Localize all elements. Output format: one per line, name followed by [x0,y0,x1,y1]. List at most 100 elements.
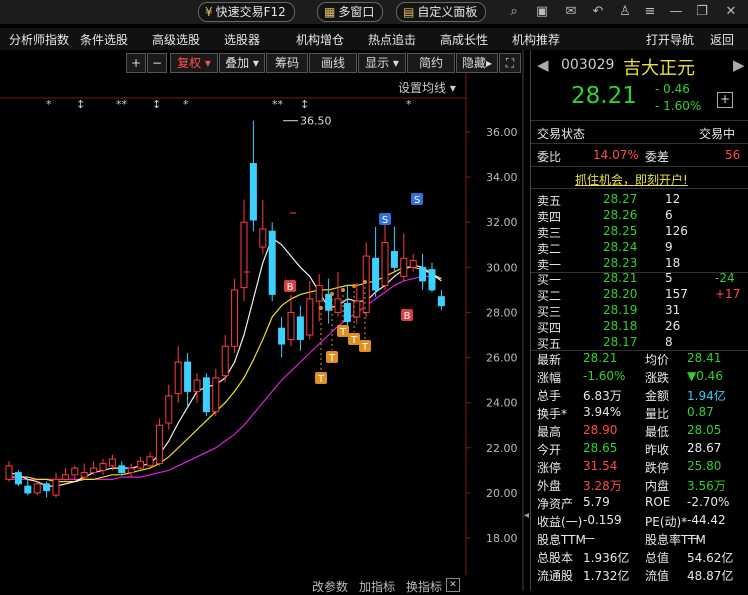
signal-symbol: * [183,98,189,111]
candle-body [325,293,333,311]
bid-level-label: 买一 [537,273,562,287]
close-icon[interactable]: ✕ [722,3,740,21]
candle-body [409,260,417,268]
y-tick-label: 30.00 [486,261,518,274]
candle-body [14,472,22,485]
bid-price: 28.20 [603,287,638,301]
overlay-dropdown[interactable]: 叠加 ▾ [219,53,265,73]
draw-line-button[interactable]: 画线 [309,53,357,73]
stat-label: 涨跌 [645,371,670,385]
quote-panel: ◀ 003029 吉大正元 ▶ 28.21 - 0.46 - 1.60% + 交… [530,50,748,591]
stat-value: 28.05 [687,423,722,437]
fullscreen-icon[interactable]: ⛶ [499,53,521,73]
fast-trade-button[interactable]: ¥ 快速交易F12 [198,2,295,22]
stat-value: 28.21 [583,351,618,365]
candle-body [278,327,286,345]
hide-label: 隐藏 [461,56,486,70]
stat-value: 1.936亿 [583,551,630,565]
search-icon[interactable]: ⌕ [505,3,523,21]
ask-price: 28.26 [603,208,638,222]
simple-button[interactable]: 简约 [407,53,455,73]
menu-stock-picker[interactable]: 选股器 [224,31,260,48]
y-tick-label: 20.00 [486,487,518,500]
ma-settings-button[interactable]: 设置均线 ▾ [398,79,456,96]
prev-stock-icon[interactable]: ◀ [537,56,549,74]
candle-body [221,345,229,377]
calendar-icon[interactable]: ▣ [533,3,551,21]
zoom-out-button[interactable]: − [147,53,167,73]
candle-body [372,257,380,291]
ask-price: 28.25 [603,224,638,238]
buy-badge-label: B [404,311,411,322]
zoom-in-button[interactable]: + [126,53,146,73]
price-change-pct: - 1.60% [655,99,702,113]
add-watchlist-icon[interactable]: + [717,92,733,108]
kline-chart[interactable]: 36.00 34.00 32.00 30.00 28.00 26.00 24.00 22.00… [0,50,530,591]
signal-symbol: * [406,98,412,111]
restore-icon[interactable]: ❐ [693,3,711,21]
y-tick-label: 22.00 [486,442,518,455]
stat-label: 流通股 [537,569,574,583]
multi-window-button[interactable]: ▦ 多窗口 [317,2,384,22]
custom-panel-button[interactable]: ▤ 自定义面板 [396,2,487,22]
menu-advanced-select[interactable]: 高级选股 [152,31,200,48]
menu-analyst-index[interactable]: 分析师指数 [9,31,69,48]
candle-body [146,456,154,467]
stat-label: 收益(一) [537,515,583,529]
bid-volume: 31 [665,303,681,317]
menu-condition-select[interactable]: 条件选股 [80,31,128,48]
menu-institution-recommend[interactable]: 机构推荐 [512,31,560,48]
mail-icon[interactable]: ✉ [562,3,580,21]
signal-symbol: * [46,98,52,111]
add-indicator-button[interactable]: 加指标 [359,578,395,595]
minimize-icon[interactable]: — [667,3,685,21]
stock-code: 003029 [561,57,615,73]
candle-body [287,311,295,341]
sell-badge-label: S [382,215,388,226]
stat-value: 3.28万 [583,479,622,493]
t-signal-dot [319,306,323,310]
switch-indicator-button[interactable]: 换指标 [406,578,442,595]
stat-value: 3.94% [583,405,622,419]
stat-label: 金额 [645,389,670,403]
menu-hotspot[interactable]: 热点追击 [368,31,416,48]
stat-value: 48.87亿 [687,569,734,583]
menu-high-growth[interactable]: 高成长性 [440,31,488,48]
next-stock-icon[interactable]: ▶ [733,56,745,74]
t-badge-label: T [350,335,358,346]
fuquan-label: 复权 [177,56,202,70]
stat-label: 总值 [645,551,670,565]
edit-params-button[interactable]: 改参数 [312,578,348,595]
candle-body [306,298,314,336]
candle-body [400,257,408,277]
stat-label: 跌停 [645,461,670,475]
display-dropdown[interactable]: 显示 ▾ [358,53,406,73]
stat-label: 均价 [645,353,670,367]
close-indicator-icon[interactable]: ✕ [446,578,460,592]
candle-body [108,458,116,467]
menu-back[interactable]: 返回 [710,31,734,48]
candle-body [61,474,69,480]
candle-body [52,478,60,496]
bid-price: 28.18 [603,319,638,333]
chips-button[interactable]: 筹码 [266,53,308,73]
stat-label: 涨停 [537,461,562,475]
bid-level-label: 买三 [537,305,562,319]
candle-body [193,379,201,392]
window-grid-icon: ▦ [324,5,336,19]
stat-label: 换手* [537,407,568,421]
menu-institution-increase[interactable]: 机构增仓 [296,31,344,48]
fuquan-dropdown[interactable]: 复权 ▾ [170,53,218,73]
ask-price: 28.23 [603,256,638,270]
menu-open-nav[interactable]: 打开导航 [646,31,694,48]
menu-icon[interactable]: ≡ [641,3,659,21]
undo-icon[interactable]: ↶ [589,3,607,21]
hide-button[interactable]: 隐藏▸ [456,53,498,73]
stat-value: 28.67 [687,441,722,455]
candle-body [80,472,88,478]
bid-level-label: 买四 [537,321,562,335]
stat-label: 最高 [537,425,562,439]
stat-label: 外盘 [537,479,562,493]
open-account-link[interactable]: 抓住机会，即刻开户! [575,171,688,188]
shirt-icon[interactable]: ♙ [616,3,634,21]
